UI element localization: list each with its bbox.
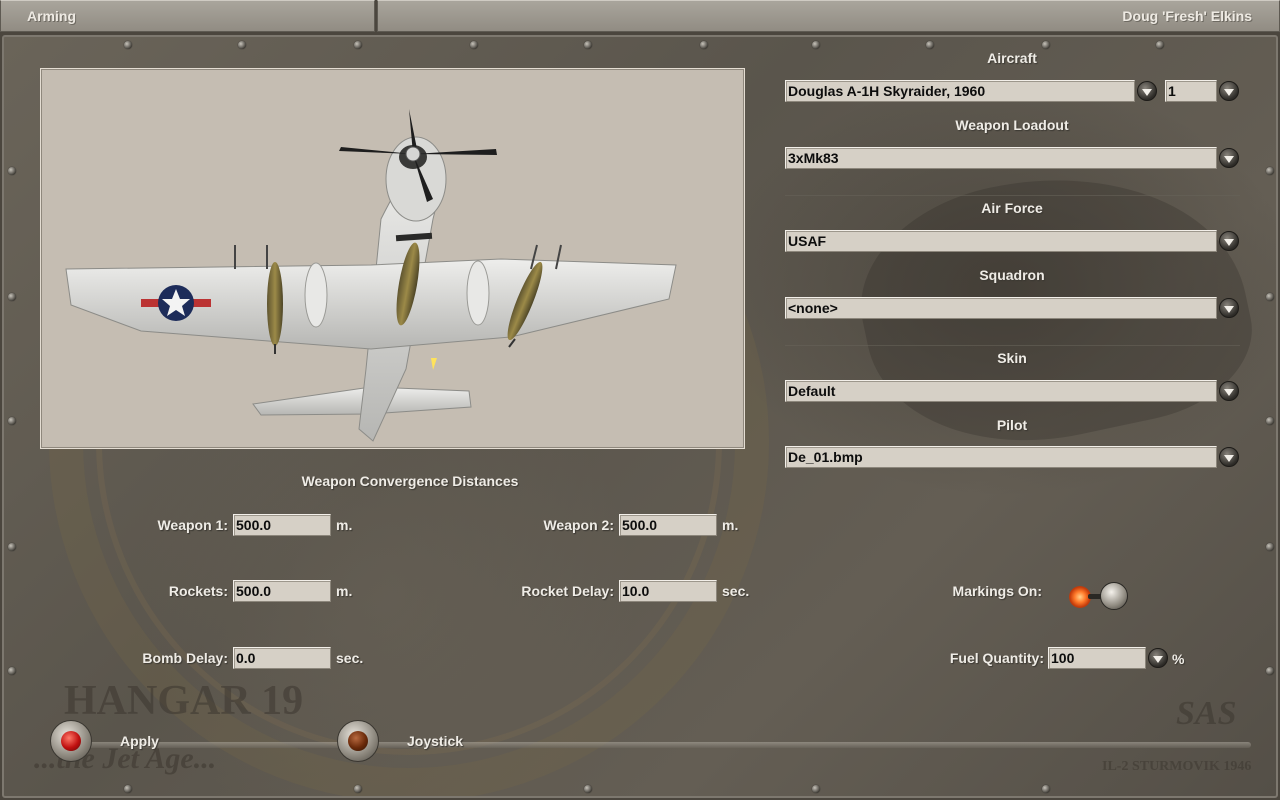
rivet-icon (8, 417, 16, 425)
squadron-dropdown-button[interactable] (1219, 298, 1239, 318)
squadron-select[interactable]: <none> (785, 297, 1217, 319)
chevron-down-icon (1224, 238, 1234, 246)
joystick-button[interactable] (337, 720, 379, 762)
rivet-icon (1156, 41, 1164, 49)
rivet-icon (8, 293, 16, 301)
rivet-icon (8, 543, 16, 551)
chevron-down-icon (1224, 155, 1234, 163)
pilot-label: Pilot (996, 417, 1028, 433)
rivet-icon (584, 41, 592, 49)
weapon1-input[interactable]: 500.0 (233, 514, 331, 536)
rivet-icon (1266, 417, 1274, 425)
rivet-icon (1266, 543, 1274, 551)
chevron-down-icon (1224, 388, 1234, 396)
rivet-icon (1266, 167, 1274, 175)
chevron-down-icon (1142, 88, 1152, 96)
aircraft-preview[interactable] (40, 68, 745, 449)
screen-title: Arming (0, 0, 375, 32)
rivet-icon (1042, 785, 1050, 793)
rockets-unit: m. (336, 583, 353, 599)
rivet-icon (124, 41, 132, 49)
bomb-delay-label: Bomb Delay: (142, 650, 228, 666)
fuel-quantity-label: Fuel Quantity: (949, 650, 1044, 666)
sas-watermark: SAS (1176, 695, 1237, 732)
fuel-quantity-dropdown-button[interactable] (1148, 648, 1168, 668)
rivet-icon (926, 41, 934, 49)
bomb-delay-unit: sec. (336, 650, 364, 666)
weapon1-label: Weapon 1: (157, 517, 228, 533)
chevron-down-icon (1224, 305, 1234, 313)
rivet-icon (584, 785, 592, 793)
weapon2-input[interactable]: 500.0 (619, 514, 717, 536)
il2-watermark: IL-2 STURMOVIK 1946 (1102, 759, 1252, 774)
rivet-icon (1266, 667, 1274, 675)
rockets-label: Rockets: (168, 583, 228, 599)
rivet-icon (812, 785, 820, 793)
chevron-down-icon (1224, 454, 1234, 462)
rivet-icon (700, 41, 708, 49)
rocket-delay-unit: sec. (722, 583, 750, 599)
weapon-loadout-label: Weapon Loadout (955, 117, 1069, 133)
section-divider (785, 195, 1240, 196)
markings-toggle[interactable] (1066, 580, 1136, 612)
aircraft-dropdown-button[interactable] (1137, 81, 1157, 101)
squadron-label: Squadron (979, 267, 1045, 283)
weapon2-label: Weapon 2: (543, 517, 614, 533)
aircraft-label: Aircraft (987, 50, 1037, 66)
rockets-input[interactable]: 500.0 (233, 580, 331, 602)
title-bar: Arming Doug 'Fresh' Elkins (0, 0, 1280, 32)
weapon2-unit: m. (722, 517, 739, 533)
rivet-icon (470, 41, 478, 49)
weapon1-unit: m. (336, 517, 353, 533)
skin-select[interactable]: Default (785, 380, 1217, 402)
aircraft-select[interactable]: Douglas A-1H Skyraider, 1960 (785, 80, 1135, 102)
fuel-quantity-unit: % (1172, 651, 1185, 667)
pilot-name: Doug 'Fresh' Elkins (377, 0, 1280, 32)
fuel-quantity-select[interactable]: 100 (1048, 647, 1146, 669)
section-divider (785, 345, 1240, 346)
rivet-icon (8, 167, 16, 175)
rivet-icon (1042, 41, 1050, 49)
rivet-icon (238, 41, 246, 49)
red-lamp-icon (61, 731, 81, 751)
pilot-select[interactable]: De_01.bmp (785, 446, 1217, 468)
air-force-select[interactable]: USAF (785, 230, 1217, 252)
rivet-icon (1266, 293, 1274, 301)
aircraft-number-dropdown-button[interactable] (1219, 81, 1239, 101)
hangar19-watermark: HANGAR 19 (64, 678, 304, 724)
chevron-down-icon (1153, 655, 1163, 663)
rivet-icon (354, 785, 362, 793)
chevron-down-icon (1224, 88, 1234, 96)
brown-lamp-icon (348, 731, 368, 751)
weapon-loadout-select[interactable]: 3xMk83 (785, 147, 1217, 169)
aircraft-model-icon (65, 109, 677, 442)
toggle-knob-icon (1100, 582, 1128, 610)
convergence-heading: Weapon Convergence Distances (301, 473, 519, 489)
rivet-icon (124, 785, 132, 793)
bottom-rail (55, 742, 1251, 748)
rivet-icon (354, 41, 362, 49)
apply-button-label[interactable]: Apply (120, 733, 159, 749)
bomb-delay-input[interactable]: 0.0 (233, 647, 331, 669)
rocket-delay-label: Rocket Delay: (521, 583, 614, 599)
markings-label: Markings On: (952, 583, 1042, 599)
air-force-label: Air Force (981, 200, 1043, 216)
rivet-icon (812, 41, 820, 49)
apply-button[interactable] (50, 720, 92, 762)
rivet-icon (8, 667, 16, 675)
skin-dropdown-button[interactable] (1219, 381, 1239, 401)
joystick-button-label[interactable]: Joystick (407, 733, 463, 749)
skin-label: Skin (997, 350, 1027, 366)
air-force-dropdown-button[interactable] (1219, 231, 1239, 251)
pilot-dropdown-button[interactable] (1219, 447, 1239, 467)
weapon-loadout-dropdown-button[interactable] (1219, 148, 1239, 168)
aircraft-number-select[interactable]: 1 (1165, 80, 1217, 102)
rocket-delay-input[interactable]: 10.0 (619, 580, 717, 602)
